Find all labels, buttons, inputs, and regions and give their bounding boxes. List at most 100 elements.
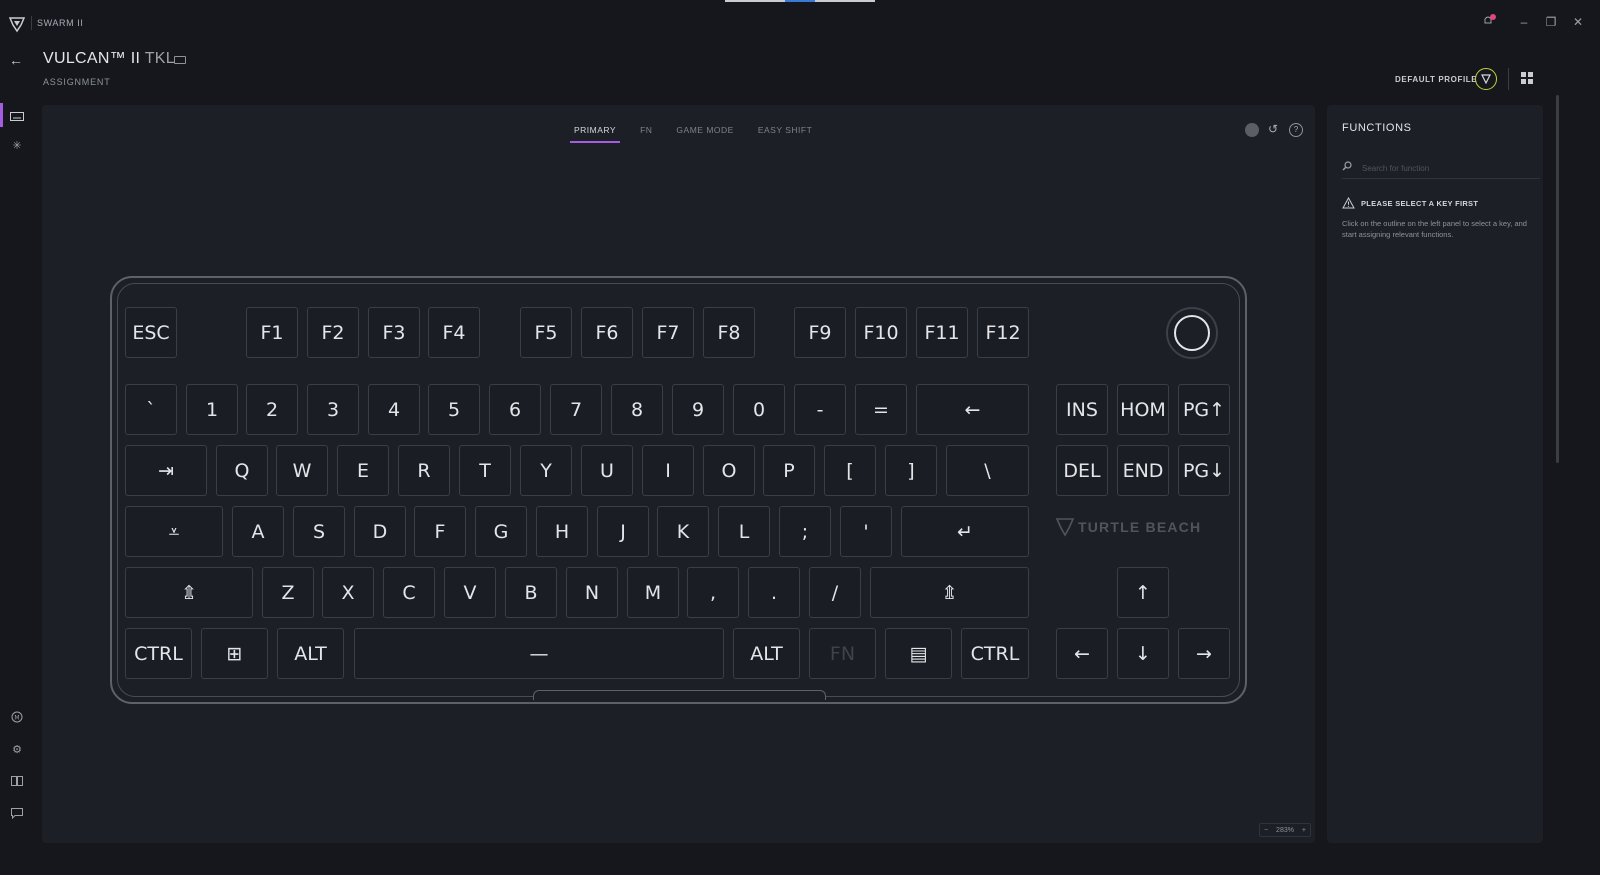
key-f9[interactable]: F9 — [794, 307, 846, 358]
zoom-out-button[interactable]: − — [1264, 827, 1268, 834]
key-minus[interactable]: - — [794, 384, 846, 435]
key-f10[interactable]: F10 — [855, 307, 907, 358]
key-y[interactable]: Y — [520, 445, 572, 496]
volume-knob[interactable] — [1166, 307, 1218, 359]
key-d[interactable]: D — [354, 506, 406, 557]
key-k[interactable]: K — [657, 506, 709, 557]
key-5[interactable]: 5 — [428, 384, 480, 435]
key-right-bracket[interactable]: ] — [885, 445, 937, 496]
key-windows[interactable]: ⊞ — [201, 628, 268, 679]
library-icon[interactable] — [8, 772, 26, 790]
reset-button[interactable]: ↺ — [1266, 123, 1280, 137]
tab-game-mode[interactable]: GAME MODE — [672, 125, 737, 143]
key-comma[interactable]: , — [687, 567, 739, 618]
key-q[interactable]: Q — [216, 445, 268, 496]
key-u[interactable]: U — [581, 445, 633, 496]
key-right-ctrl[interactable]: CTRL — [961, 628, 1029, 679]
key-fn[interactable]: FN — [809, 628, 876, 679]
key-f5[interactable]: F5 — [520, 307, 572, 358]
key-6[interactable]: 6 — [489, 384, 541, 435]
key-f4[interactable]: F4 — [428, 307, 480, 358]
key-3[interactable]: 3 — [307, 384, 359, 435]
key-f3[interactable]: F3 — [368, 307, 420, 358]
key-o[interactable]: O — [703, 445, 755, 496]
key-menu[interactable]: ▤ — [885, 628, 952, 679]
key-0[interactable]: 0 — [733, 384, 785, 435]
key-e[interactable]: E — [337, 445, 389, 496]
key-j[interactable]: J — [597, 506, 649, 557]
minimize-button[interactable]: – — [1514, 12, 1534, 32]
key-8[interactable]: 8 — [611, 384, 663, 435]
key-s[interactable]: S — [293, 506, 345, 557]
grid-view-icon[interactable] — [1520, 71, 1534, 85]
key-x[interactable]: X — [322, 567, 374, 618]
key-g[interactable]: G — [475, 506, 527, 557]
key-caps-lock[interactable]: ⩡ — [125, 506, 223, 557]
key-2[interactable]: 2 — [246, 384, 298, 435]
function-search-input[interactable] — [1360, 161, 1530, 175]
key-esc[interactable]: ESC — [125, 307, 177, 358]
tab-primary[interactable]: PRIMARY — [570, 125, 621, 143]
key-h[interactable]: H — [536, 506, 588, 557]
key-insert[interactable]: INS — [1056, 384, 1108, 435]
key-backslash[interactable]: \ — [946, 445, 1029, 496]
key-home[interactable]: HOM — [1117, 384, 1169, 435]
key-t[interactable]: T — [459, 445, 511, 496]
key-page-up[interactable]: PG↑ — [1178, 384, 1230, 435]
key-left-ctrl[interactable]: CTRL — [125, 628, 192, 679]
key-tab[interactable]: ⇥ — [125, 445, 207, 496]
key-space[interactable]: — — [354, 628, 724, 679]
key-l[interactable]: L — [718, 506, 770, 557]
key-arrow-left[interactable]: ← — [1056, 628, 1108, 679]
key-page-down[interactable]: PG↓ — [1178, 445, 1230, 496]
key-n[interactable]: N — [566, 567, 618, 618]
key-grave[interactable]: ` — [125, 384, 177, 435]
key-4[interactable]: 4 — [368, 384, 420, 435]
tab-fn[interactable]: FN — [636, 125, 656, 143]
key-left-bracket[interactable]: [ — [824, 445, 876, 496]
key-end[interactable]: END — [1117, 445, 1169, 496]
color-picker-button[interactable] — [1245, 123, 1259, 137]
key-f6[interactable]: F6 — [581, 307, 633, 358]
key-f7[interactable]: F7 — [642, 307, 694, 358]
maximize-button[interactable]: ❐ — [1541, 12, 1561, 32]
key-backspace[interactable]: ← — [916, 384, 1029, 435]
key-enter[interactable]: ↵ — [901, 506, 1029, 557]
key-delete[interactable]: DEL — [1056, 445, 1108, 496]
key-a[interactable]: A — [232, 506, 284, 557]
key-b[interactable]: B — [505, 567, 557, 618]
key-f2[interactable]: F2 — [307, 307, 359, 358]
profile-avatar[interactable] — [1475, 68, 1497, 90]
lighting-icon[interactable]: ✳ — [8, 136, 26, 154]
scrollbar[interactable] — [1556, 95, 1559, 463]
key-m[interactable]: M — [627, 567, 679, 618]
key-r[interactable]: R — [398, 445, 450, 496]
keyboard-assignment-icon[interactable] — [8, 107, 26, 125]
settings-gear-icon[interactable]: ⚙ — [8, 740, 26, 758]
key-z[interactable]: Z — [262, 567, 314, 618]
key-f[interactable]: F — [414, 506, 466, 557]
key-7[interactable]: 7 — [550, 384, 602, 435]
back-button[interactable]: ← — [6, 50, 26, 70]
key-equal[interactable]: = — [855, 384, 907, 435]
key-9[interactable]: 9 — [672, 384, 724, 435]
zoom-in-button[interactable]: + — [1302, 827, 1306, 834]
help-button[interactable]: ? — [1289, 123, 1303, 137]
key-f11[interactable]: F11 — [916, 307, 968, 358]
close-button[interactable]: ✕ — [1568, 12, 1588, 32]
key-right-alt[interactable]: ALT — [733, 628, 800, 679]
feedback-chat-icon[interactable] — [8, 804, 26, 822]
key-f1[interactable]: F1 — [246, 307, 298, 358]
key-arrow-up[interactable]: ↑ — [1117, 567, 1169, 618]
key-v[interactable]: V — [444, 567, 496, 618]
key-left-shift[interactable]: ⇭ — [125, 567, 253, 618]
key-w[interactable]: W — [276, 445, 328, 496]
key-f12[interactable]: F12 — [977, 307, 1029, 358]
key-semicolon[interactable]: ; — [779, 506, 831, 557]
key-p[interactable]: P — [763, 445, 815, 496]
key-arrow-right[interactable]: → — [1178, 628, 1230, 679]
tab-easy-shift[interactable]: EASY SHIFT — [754, 125, 816, 143]
key-i[interactable]: I — [642, 445, 694, 496]
macro-icon[interactable]: M — [8, 708, 26, 726]
key-c[interactable]: C — [383, 567, 435, 618]
